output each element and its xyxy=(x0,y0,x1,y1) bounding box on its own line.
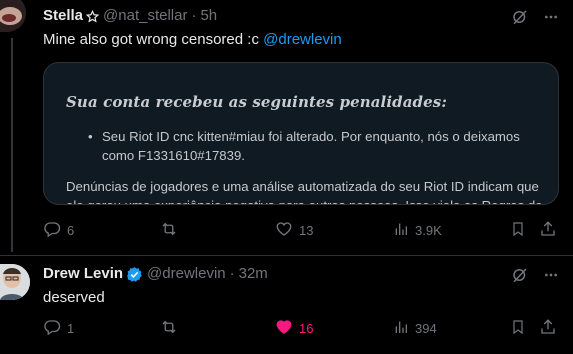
repost-button[interactable] xyxy=(159,220,185,241)
post-actions: 6 13 3.9K xyxy=(43,220,559,240)
like-icon xyxy=(275,220,293,241)
mention-link[interactable]: @drewlevin xyxy=(263,31,342,48)
reply-icon xyxy=(43,318,61,339)
share-icon xyxy=(539,318,557,339)
views-icon xyxy=(393,220,409,241)
star-icon xyxy=(86,9,100,23)
views-icon xyxy=(393,318,409,339)
post-text: deserved xyxy=(43,289,105,306)
author-handle[interactable]: @drewlevin xyxy=(147,264,226,284)
like-count: 13 xyxy=(299,223,314,238)
views-count: 3.9K xyxy=(415,223,442,238)
post-header: Stella @nat_stellar · 5h xyxy=(43,6,217,26)
post-top-actions xyxy=(511,8,559,26)
views-button[interactable]: 394 xyxy=(393,318,437,339)
repost-icon xyxy=(159,220,179,241)
avatar[interactable] xyxy=(0,0,26,32)
post-stella[interactable]: Stella @nat_stellar · 5h Mine also got w… xyxy=(0,0,573,256)
post-actions: 1 16 394 xyxy=(43,318,559,338)
bookmark-button[interactable] xyxy=(510,220,526,241)
avatar[interactable] xyxy=(0,264,30,300)
views-button[interactable]: 3.9K xyxy=(393,220,442,241)
bullet-dot-icon: • xyxy=(88,129,93,144)
views-count: 394 xyxy=(415,321,437,336)
post-header: Drew Levin @drewlevin · 32m xyxy=(43,264,268,284)
bookmark-icon xyxy=(510,318,526,339)
repost-icon xyxy=(159,318,179,339)
bookmark-button[interactable] xyxy=(510,318,526,339)
post-time[interactable]: 5h xyxy=(200,6,217,26)
post-drew-levin[interactable]: Drew Levin @drewlevin · 32m deserved 1 1… xyxy=(0,256,573,354)
reply-count: 6 xyxy=(67,223,75,238)
post-text-body: Mine also got wrong censored :c xyxy=(43,31,264,48)
author-handle[interactable]: @nat_stellar xyxy=(103,6,187,26)
reply-button[interactable]: 1 xyxy=(43,318,74,339)
media-body: Denúncias de jogadores e uma análise aut… xyxy=(66,179,543,204)
reply-icon xyxy=(43,220,61,241)
media-title: Sua conta recebeu as seguintes penalidad… xyxy=(66,93,447,111)
author-name[interactable]: Drew Levin xyxy=(43,264,123,284)
bookmark-icon xyxy=(510,220,526,241)
like-icon xyxy=(275,318,293,339)
reply-button[interactable]: 6 xyxy=(43,220,74,241)
repost-button[interactable] xyxy=(159,318,185,339)
separator: · xyxy=(229,265,235,282)
media-bullet: • Seu Riot ID cnc kitten#miau foi altera… xyxy=(66,127,548,165)
thread-line xyxy=(11,38,13,252)
reply-count: 1 xyxy=(67,321,75,336)
like-button[interactable]: 16 xyxy=(275,318,313,339)
more-icon[interactable] xyxy=(543,9,559,25)
share-icon xyxy=(539,220,557,241)
more-icon[interactable] xyxy=(543,267,559,283)
separator: · xyxy=(191,7,197,24)
share-button[interactable] xyxy=(539,220,557,241)
post-text: Mine also got wrong censored :c @drewlev… xyxy=(43,30,342,50)
post-top-actions xyxy=(511,266,559,284)
post-media-image[interactable]: Sua conta recebeu as seguintes penalidad… xyxy=(43,62,559,205)
grok-icon[interactable] xyxy=(511,266,529,284)
author-name[interactable]: Stella xyxy=(43,6,83,26)
grok-icon[interactable] xyxy=(511,8,529,26)
media-bullet-text: Seu Riot ID cnc kitten#miau foi alterado… xyxy=(102,129,520,163)
verified-badge-icon xyxy=(126,266,143,283)
like-button[interactable]: 13 xyxy=(275,220,313,241)
post-time[interactable]: 32m xyxy=(239,264,268,284)
share-button[interactable] xyxy=(539,318,557,339)
like-count: 16 xyxy=(299,321,314,336)
